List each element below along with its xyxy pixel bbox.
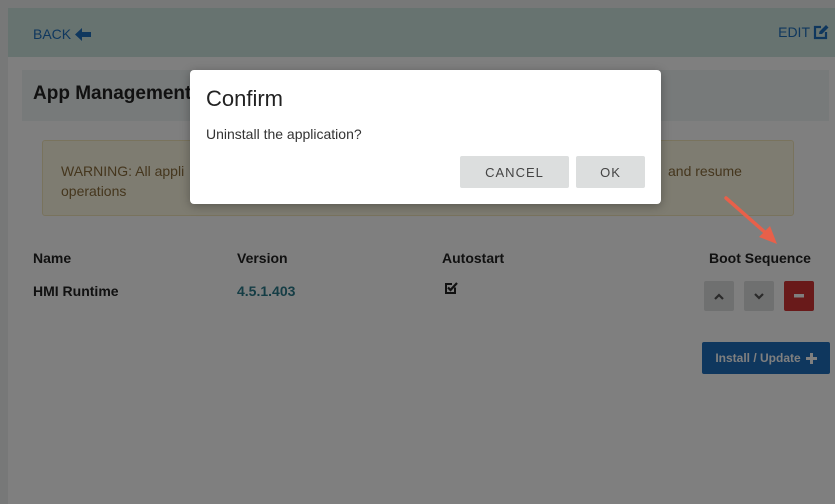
dialog-message: Uninstall the application? — [206, 126, 362, 142]
dialog-title: Confirm — [206, 86, 284, 111]
confirm-dialog: Confirm Uninstall the application? CANCE… — [190, 70, 661, 204]
cancel-button[interactable]: CANCEL — [460, 156, 569, 188]
ok-button[interactable]: OK — [576, 156, 645, 188]
